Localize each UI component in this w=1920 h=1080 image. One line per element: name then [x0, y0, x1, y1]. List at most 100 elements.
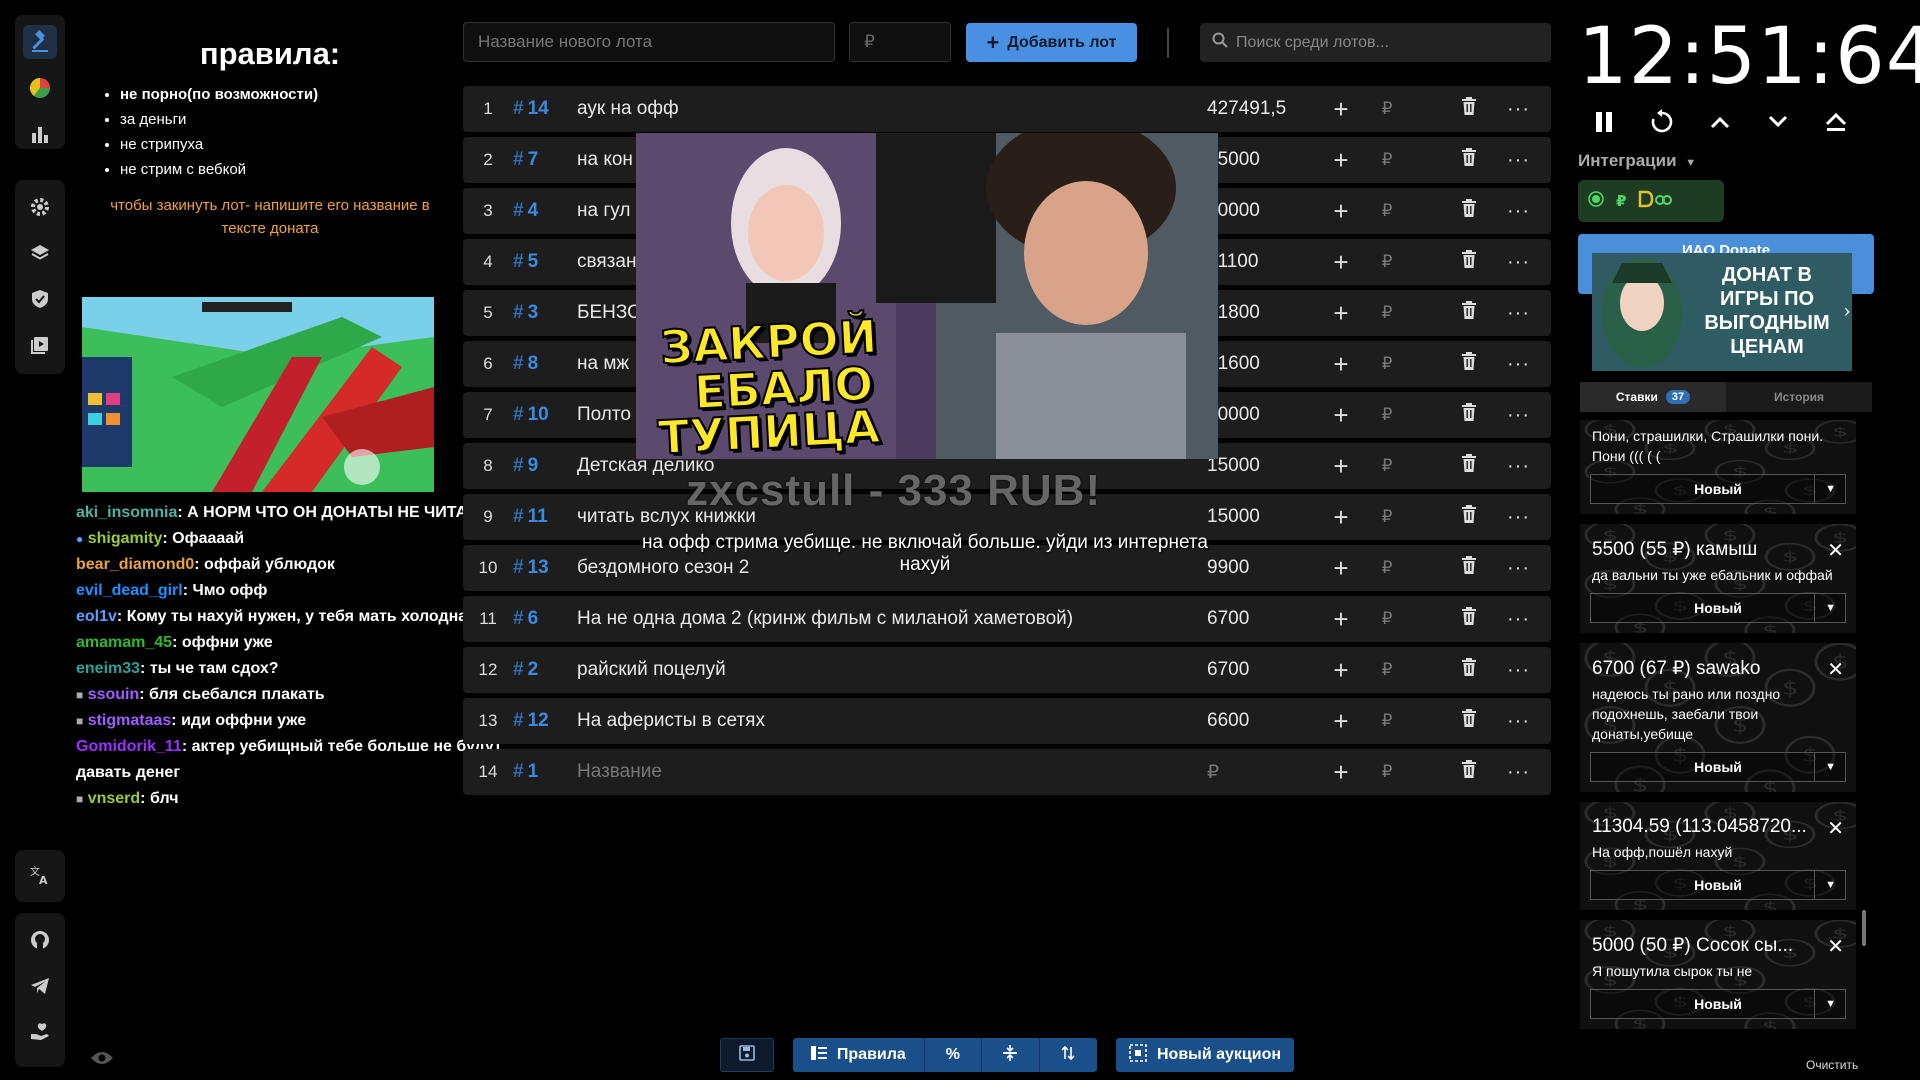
- eye-icon[interactable]: [90, 1050, 114, 1071]
- close-icon[interactable]: ✕: [1827, 657, 1844, 682]
- lot-currency[interactable]: ₽: [1363, 354, 1411, 374]
- lot-name[interactable]: На не одна дома 2 (кринж фильм с миланой…: [577, 608, 1207, 630]
- more-options-icon[interactable]: ···: [1507, 251, 1530, 274]
- add-amount-icon[interactable]: +: [1319, 298, 1363, 329]
- lot-currency[interactable]: ₽: [1363, 609, 1411, 629]
- add-amount-icon[interactable]: +: [1319, 349, 1363, 380]
- trash-icon[interactable]: [1461, 760, 1477, 784]
- new-lot-name-input[interactable]: Название нового лота: [463, 22, 835, 62]
- trash-icon[interactable]: [1461, 709, 1477, 733]
- donation-status-select[interactable]: Новый ▼: [1590, 989, 1846, 1019]
- pause-icon[interactable]: [1588, 106, 1620, 138]
- lot-name[interactable]: аук на офф: [577, 98, 1207, 120]
- lot-currency[interactable]: ₽: [1363, 762, 1411, 782]
- donation-status-select[interactable]: Новый ▼: [1590, 474, 1846, 504]
- lot-currency[interactable]: ₽: [1363, 405, 1411, 425]
- promo-banner[interactable]: ДОНАТ В ИГРЫ ПО ВЫГОДНЫМ ЦЕНАМ ›: [1592, 253, 1852, 371]
- lot-amount[interactable]: 6600: [1207, 710, 1319, 732]
- sidebar-layers-button[interactable]: [15, 230, 65, 276]
- sidebar-settings-button[interactable]: [15, 184, 65, 230]
- lot-currency[interactable]: ₽: [1363, 303, 1411, 323]
- lot-currency[interactable]: ₽: [1363, 456, 1411, 476]
- trash-icon[interactable]: [1461, 301, 1477, 325]
- trash-icon[interactable]: [1461, 250, 1477, 274]
- lot-currency[interactable]: ₽: [1363, 201, 1411, 221]
- lot-amount[interactable]: 6700: [1207, 608, 1319, 630]
- more-options-icon[interactable]: ···: [1507, 710, 1530, 733]
- save-button[interactable]: [720, 1038, 774, 1072]
- add-amount-icon[interactable]: +: [1319, 553, 1363, 584]
- donation-status-select[interactable]: Новый ▼: [1590, 752, 1846, 782]
- more-options-icon[interactable]: ···: [1507, 761, 1530, 784]
- add-amount-icon[interactable]: +: [1319, 502, 1363, 533]
- lot-name[interactable]: Название: [577, 761, 1207, 783]
- lot-amount[interactable]: 9900: [1207, 557, 1319, 579]
- add-amount-icon[interactable]: +: [1319, 757, 1363, 788]
- add-amount-icon[interactable]: +: [1319, 247, 1363, 278]
- more-options-icon[interactable]: ···: [1507, 353, 1530, 376]
- more-options-icon[interactable]: ···: [1507, 302, 1530, 325]
- add-amount-icon[interactable]: +: [1319, 706, 1363, 737]
- lot-name[interactable]: На аферисты в сетях: [577, 710, 1207, 732]
- lot-amount[interactable]: 15000: [1207, 506, 1319, 528]
- new-lot-price-input[interactable]: ₽: [849, 22, 951, 62]
- lot-amount[interactable]: 35000: [1207, 149, 1319, 171]
- add-amount-icon[interactable]: +: [1319, 196, 1363, 227]
- more-options-icon[interactable]: ···: [1507, 506, 1530, 529]
- lot-amount[interactable]: 15000: [1207, 455, 1319, 477]
- add-amount-icon[interactable]: +: [1319, 451, 1363, 482]
- chevron-right-icon[interactable]: ›: [1844, 301, 1850, 322]
- trash-icon[interactable]: [1461, 505, 1477, 529]
- donation-status-select[interactable]: Новый ▼: [1590, 870, 1846, 900]
- more-options-icon[interactable]: ···: [1507, 98, 1530, 121]
- trash-icon[interactable]: [1461, 97, 1477, 121]
- trash-icon[interactable]: [1461, 199, 1477, 223]
- add-amount-icon[interactable]: +: [1319, 400, 1363, 431]
- lot-currency[interactable]: ₽: [1363, 507, 1411, 527]
- sidebar-donate-button[interactable]: [15, 1009, 65, 1055]
- trash-icon[interactable]: [1461, 454, 1477, 478]
- add-amount-icon[interactable]: +: [1319, 655, 1363, 686]
- lot-currency[interactable]: ₽: [1363, 99, 1411, 119]
- add-amount-icon[interactable]: +: [1319, 604, 1363, 635]
- chevron-up-icon[interactable]: [1704, 106, 1736, 138]
- sidebar-stats-button[interactable]: [15, 111, 65, 157]
- lot-amount[interactable]: 21800: [1207, 302, 1319, 324]
- lot-currency[interactable]: ₽: [1363, 150, 1411, 170]
- close-icon[interactable]: ✕: [1827, 538, 1844, 563]
- tab-bids[interactable]: Ставки 37: [1580, 382, 1726, 412]
- sidebar-shield-button[interactable]: [15, 276, 65, 322]
- more-options-icon[interactable]: ···: [1507, 659, 1530, 682]
- clear-button[interactable]: Очистить: [1806, 1058, 1858, 1072]
- lot-amount[interactable]: ₽: [1207, 761, 1319, 784]
- lot-currency[interactable]: ₽: [1363, 660, 1411, 680]
- compact-view-button[interactable]: [982, 1038, 1040, 1072]
- lot-amount[interactable]: 21600: [1207, 353, 1319, 375]
- sidebar-language-button[interactable]: 文A: [15, 852, 65, 898]
- lot-amount[interactable]: 6700: [1207, 659, 1319, 681]
- donation-list-scrollbar[interactable]: [1862, 910, 1866, 946]
- more-options-icon[interactable]: ···: [1507, 455, 1530, 478]
- radio-on-icon[interactable]: [1588, 190, 1604, 212]
- add-lot-button[interactable]: + Добавить лот: [966, 23, 1137, 62]
- more-options-icon[interactable]: ···: [1507, 149, 1530, 172]
- sidebar-telegram-button[interactable]: [15, 963, 65, 1009]
- eject-icon[interactable]: [1820, 106, 1852, 138]
- more-options-icon[interactable]: ···: [1507, 608, 1530, 631]
- trash-icon[interactable]: [1461, 148, 1477, 172]
- donation-status-select[interactable]: Новый ▼: [1590, 593, 1846, 623]
- lot-amount[interactable]: 20000: [1207, 404, 1319, 426]
- lot-currency[interactable]: ₽: [1363, 558, 1411, 578]
- sidebar-github-button[interactable]: [15, 917, 65, 963]
- sort-button[interactable]: [1040, 1038, 1097, 1072]
- lot-currency[interactable]: ₽: [1363, 711, 1411, 731]
- lot-amount[interactable]: 61100: [1207, 251, 1319, 273]
- trash-icon[interactable]: [1461, 556, 1477, 580]
- chevron-down-icon[interactable]: [1762, 106, 1794, 138]
- trash-icon[interactable]: [1461, 352, 1477, 376]
- trash-icon[interactable]: [1461, 658, 1477, 682]
- more-options-icon[interactable]: ···: [1507, 200, 1530, 223]
- more-options-icon[interactable]: ···: [1507, 557, 1530, 580]
- lot-search-input[interactable]: Поиск среди лотов...: [1200, 23, 1551, 62]
- tab-history[interactable]: История: [1726, 382, 1872, 412]
